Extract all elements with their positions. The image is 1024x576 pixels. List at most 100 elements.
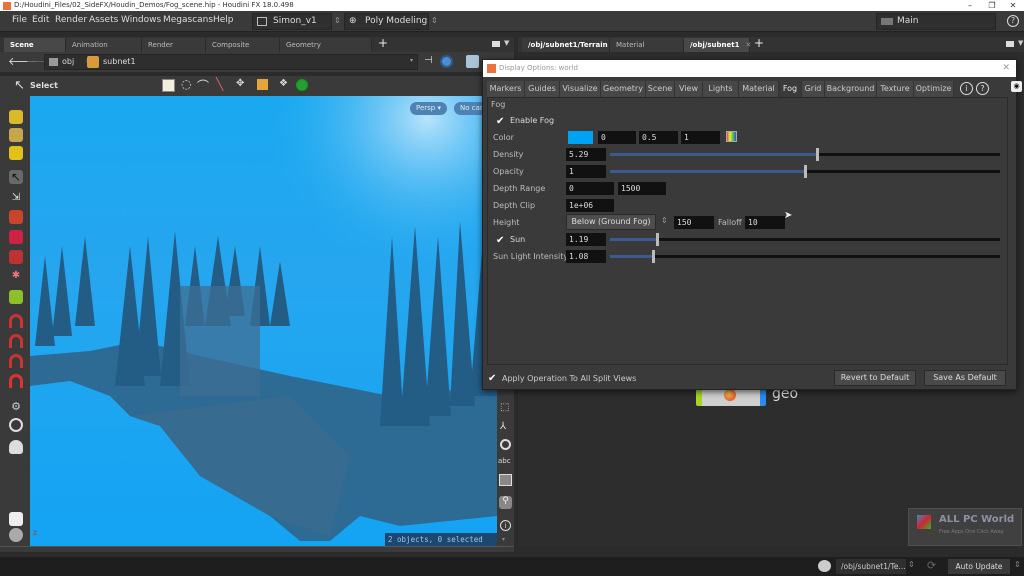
fog-color-swatch[interactable]: [568, 131, 593, 144]
camera-tool-icon[interactable]: [9, 528, 23, 542]
opacity-field[interactable]: 1: [566, 165, 606, 178]
bounding-box-icon[interactable]: ⬚: [500, 402, 509, 413]
depth-range-max-field[interactable]: 1500: [618, 182, 666, 195]
tab-background[interactable]: Background: [825, 81, 877, 97]
close-tab-icon[interactable]: ✕: [745, 41, 751, 49]
shelf-spinner-icon[interactable]: ⇕: [431, 16, 438, 25]
move-tool-icon[interactable]: ⇲: [9, 192, 23, 206]
height-mode-spinner-icon[interactable]: ⇕: [661, 216, 668, 225]
tab-scene[interactable]: Scene: [646, 81, 675, 97]
more-icon[interactable]: ▾: [502, 536, 505, 543]
pane-maximize-icon[interactable]: [492, 41, 500, 47]
eye-icon[interactable]: ◉: [1011, 81, 1022, 92]
select-groups-icon[interactable]: ✥: [236, 78, 244, 89]
save-as-default-button[interactable]: Save As Default: [924, 370, 1006, 386]
sun-checkbox[interactable]: ✔: [496, 236, 505, 246]
brush-select-icon[interactable]: ⌒: [197, 77, 209, 94]
menu-render[interactable]: Render: [55, 15, 87, 25]
tab-grid[interactable]: Grid: [802, 81, 825, 97]
sun-field[interactable]: 1.19: [566, 233, 606, 246]
close-button[interactable]: ✕: [1003, 0, 1023, 11]
tab-lights[interactable]: Lights: [703, 81, 739, 97]
path-spinner-icon[interactable]: ⇕: [908, 560, 915, 569]
tab-geometry[interactable]: Geometry: [601, 81, 646, 97]
dialog-close-icon[interactable]: ✕: [1002, 60, 1010, 77]
pane-menu-icon[interactable]: ▼: [504, 39, 509, 47]
menu-megascans[interactable]: Megascans: [163, 15, 213, 25]
color-r-field[interactable]: 0: [598, 131, 636, 144]
sun-slider-knob[interactable]: [655, 233, 659, 246]
sun-intensity-slider[interactable]: [610, 250, 1000, 263]
render-region-icon[interactable]: [9, 440, 23, 454]
tab-material-palette[interactable]: Material Palette✕: [610, 38, 684, 63]
info-icon[interactable]: i: [960, 82, 973, 95]
refresh-icon[interactable]: ⟳: [927, 559, 936, 572]
falloff-field[interactable]: 10: [745, 216, 785, 229]
color-b-field[interactable]: 1: [681, 131, 720, 144]
ghost-icon[interactable]: ⅄: [500, 421, 506, 432]
color-g-field[interactable]: 0.5: [639, 131, 678, 144]
depth-clip-field[interactable]: 1e+06: [566, 199, 614, 212]
tab-visualize[interactable]: Visualize: [560, 81, 601, 97]
magnet-curve-icon[interactable]: [9, 334, 23, 348]
tab-subnet1[interactable]: /obj/subnet1 ✕: [684, 38, 751, 52]
camera-menu-button[interactable]: Persp ▾: [410, 102, 447, 115]
main-desktop-dropdown[interactable]: Main: [876, 13, 996, 30]
dynamics-mode-icon[interactable]: [9, 146, 23, 160]
laser-select-icon[interactable]: ╲: [216, 77, 223, 91]
sun-intensity-slider-knob[interactable]: [651, 250, 655, 263]
tab-markers[interactable]: Markers: [487, 81, 525, 97]
pose-tool-icon[interactable]: ✱: [9, 270, 23, 284]
add-tab-icon[interactable]: +: [754, 36, 764, 50]
help-icon[interactable]: ?: [976, 82, 989, 95]
apply-all-checkbox[interactable]: ✔: [488, 374, 497, 384]
view-tool-icon[interactable]: ⚙: [9, 400, 23, 414]
secure-selection-icon[interactable]: [296, 79, 308, 91]
scale-tool-icon[interactable]: [9, 250, 23, 264]
opacity-slider[interactable]: [610, 165, 1000, 178]
density-field[interactable]: 5.29: [566, 148, 606, 161]
tab-fog[interactable]: Fog: [779, 81, 802, 97]
select-objects-icon[interactable]: [257, 79, 268, 90]
maximize-button[interactable]: ❐: [982, 0, 1002, 11]
auto-update-button[interactable]: Auto Update: [948, 559, 1010, 574]
tab-view[interactable]: View: [675, 81, 703, 97]
tab-composite-view[interactable]: Composite View✕: [206, 38, 280, 63]
desktop-dropdown[interactable]: Simon_v1: [252, 13, 332, 30]
object-mode-icon[interactable]: [9, 110, 23, 124]
lasso-select-icon[interactable]: ◌: [181, 77, 191, 91]
box-select-icon[interactable]: [162, 79, 175, 92]
pane-menu-icon[interactable]: ▼: [1018, 39, 1023, 47]
magnet-icon[interactable]: [9, 374, 23, 388]
minimize-button[interactable]: –: [960, 0, 980, 11]
tab-material[interactable]: Material: [739, 81, 779, 97]
enable-fog-checkbox[interactable]: ✔: [496, 117, 505, 127]
pane-maximize-icon[interactable]: [1006, 41, 1014, 47]
help-icon[interactable]: ?: [1007, 15, 1019, 27]
depth-range-min-field[interactable]: 0: [566, 182, 614, 195]
component-mode-icon[interactable]: [9, 128, 23, 142]
tab-animation-editor[interactable]: Animation Editor✕: [66, 38, 142, 63]
add-tab-icon[interactable]: +: [378, 36, 388, 50]
menu-edit[interactable]: Edit: [32, 15, 49, 25]
desktop-spinner-icon[interactable]: ⇕: [334, 16, 341, 25]
menu-file[interactable]: File: [12, 15, 27, 25]
pane-splitter[interactable]: [0, 546, 514, 552]
paint-tool-icon[interactable]: [9, 512, 23, 526]
connectivity-icon[interactable]: ❖: [279, 78, 288, 89]
shelf-set-dropdown[interactable]: ⊕ Poly Modeling: [344, 13, 429, 30]
cache-icon[interactable]: [818, 560, 831, 572]
rotate-tool-icon[interactable]: [9, 230, 23, 244]
magnet-box-icon[interactable]: [9, 314, 23, 328]
location-pin-icon[interactable]: ⚲: [499, 496, 512, 509]
scene-viewport[interactable]: Persp ▾ No cam z 2 objects, 0 selected: [30, 96, 497, 546]
image-icon[interactable]: [499, 474, 512, 486]
path-root[interactable]: obj: [62, 57, 74, 66]
color-picker-icon[interactable]: [726, 131, 737, 142]
edit-tool-icon[interactable]: [9, 290, 23, 304]
pin-icon[interactable]: ⊣: [424, 55, 433, 66]
revert-to-default-button[interactable]: Revert to Default: [834, 370, 916, 386]
menu-assets[interactable]: Assets: [89, 15, 118, 25]
handle-tool-icon[interactable]: [9, 418, 23, 432]
text-display-icon[interactable]: abc: [498, 457, 511, 465]
